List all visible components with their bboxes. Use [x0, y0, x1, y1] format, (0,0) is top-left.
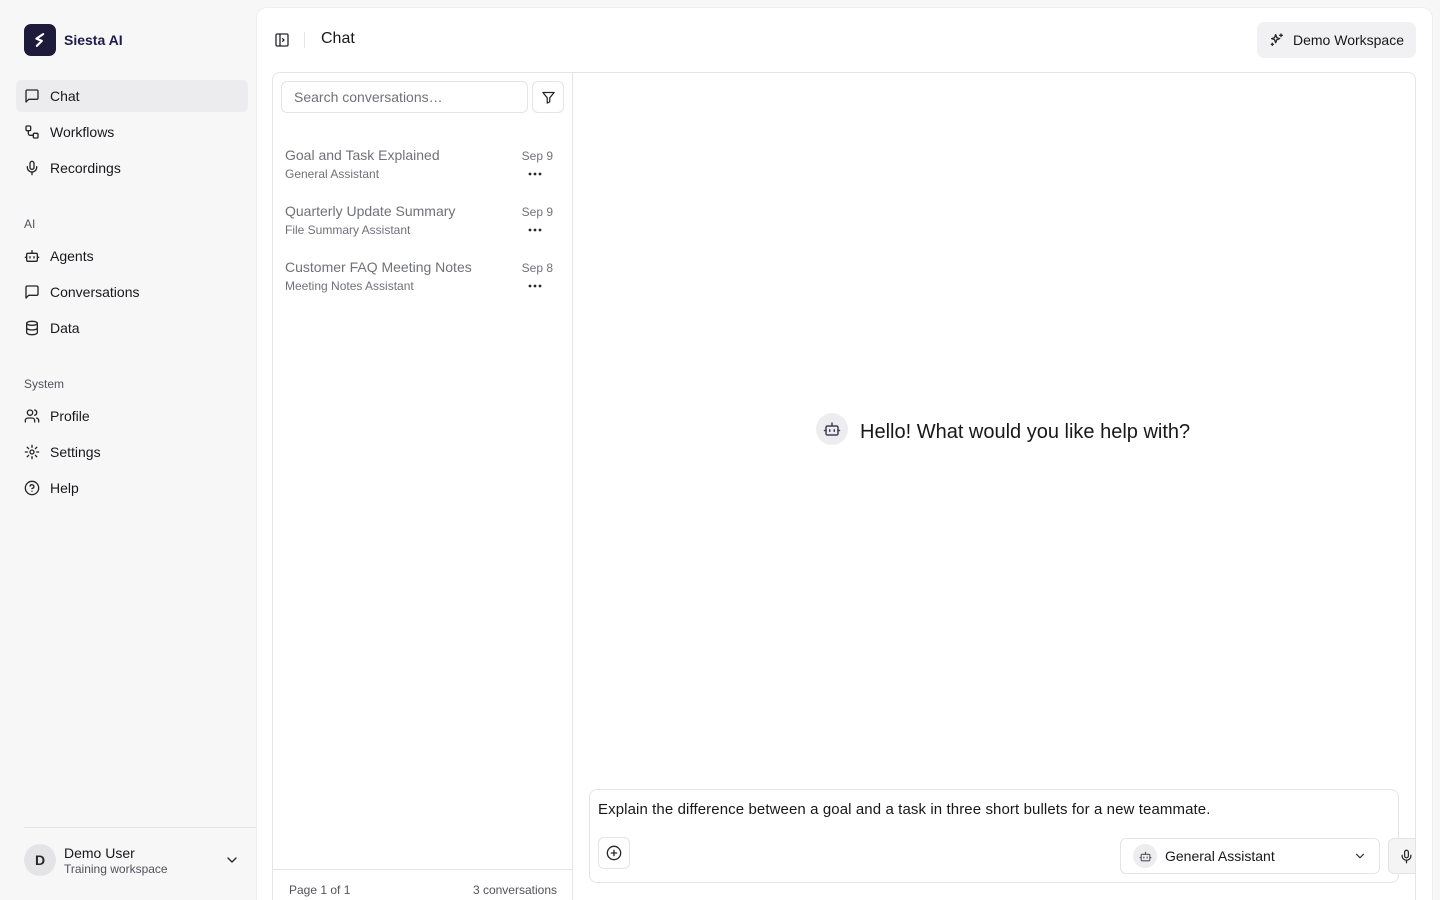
header-divider: [304, 32, 305, 48]
user-menu[interactable]: D Demo User Training workspace: [24, 842, 248, 878]
conversation-title: Customer FAQ Meeting Notes: [285, 259, 472, 275]
sidebar-item-label: Settings: [50, 444, 101, 460]
mic-icon: [1401, 849, 1412, 863]
plus-circle-icon: [606, 845, 622, 861]
conversation-date: Sep 9: [521, 149, 553, 163]
page-info: Page 1 of 1: [289, 883, 351, 897]
conversation-date: Sep 9: [521, 205, 553, 219]
main-panel: Chat Demo Workspace Goal and Task Explai…: [257, 8, 1432, 900]
user-divider: [24, 827, 256, 828]
section-label-system: System: [24, 377, 65, 391]
mic-icon: [26, 160, 38, 176]
message-square-icon: [25, 285, 39, 299]
sidebar-item-agents[interactable]: Agents: [16, 240, 248, 272]
gear-icon: [24, 444, 40, 460]
more-horizontal-icon[interactable]: [527, 225, 543, 235]
workflow-icon: [25, 125, 39, 139]
sidebar-item-label: Conversations: [50, 284, 140, 300]
greeting: Hello! What would you like help with?: [816, 413, 1190, 445]
sidebar-item-label: Recordings: [50, 160, 121, 176]
page-title: Chat: [321, 30, 355, 47]
conversation-title: Quarterly Update Summary: [285, 203, 456, 219]
sidebar-item-recordings[interactable]: Recordings: [16, 152, 248, 184]
sidebar-item-profile[interactable]: Profile: [16, 400, 248, 432]
chevron-down-icon: [227, 857, 237, 863]
agent-select-value: General Assistant: [1165, 848, 1275, 864]
brand-logo: [24, 24, 56, 56]
sidebar-item-label: Chat: [50, 88, 80, 104]
user-workspace: Training workspace: [64, 861, 168, 876]
message-input[interactable]: Explain the difference between a goal an…: [598, 801, 1211, 818]
brand[interactable]: Siesta AI: [24, 24, 123, 56]
sidebar-item-label: Help: [50, 480, 79, 496]
sidebar: Siesta AI Chat Workflows Recordings AI A…: [0, 0, 256, 900]
sparkles-icon: [1270, 33, 1283, 46]
chevron-down-icon: [1355, 853, 1365, 859]
bot-icon: [823, 422, 841, 436]
sidebar-item-label: Agents: [50, 248, 94, 264]
conversation-date: Sep 8: [521, 261, 553, 275]
greeting-text: Hello! What would you like help with?: [860, 420, 1191, 443]
user-name: Demo User: [64, 844, 135, 861]
assistant-avatar: [816, 413, 848, 445]
search-input[interactable]: [281, 81, 528, 113]
conversation-count: 3 conversations: [472, 883, 557, 897]
workspace-button[interactable]: Demo Workspace: [1257, 22, 1416, 58]
more-horizontal-icon[interactable]: [527, 281, 543, 291]
message-square-icon: [25, 89, 39, 103]
conversation-title: Goal and Task Explained: [285, 147, 440, 163]
conversation-list-pane: Goal and Task Explained General Assistan…: [273, 73, 573, 900]
filter-icon: [541, 91, 555, 104]
sidebar-item-workflows[interactable]: Workflows: [16, 116, 248, 148]
sidebar-item-label: Profile: [50, 408, 90, 424]
conversation-item[interactable]: Customer FAQ Meeting Notes Meeting Notes…: [285, 259, 565, 303]
agent-select[interactable]: General Assistant: [1120, 838, 1380, 874]
sidebar-item-label: Workflows: [50, 124, 115, 140]
message-composer[interactable]: Explain the difference between a goal an…: [589, 789, 1415, 883]
database-icon: [26, 320, 38, 336]
conversation-item[interactable]: Goal and Task Explained General Assistan…: [285, 147, 565, 191]
conversation-agent: Meeting Notes Assistant: [285, 279, 414, 293]
conversation-agent: File Summary Assistant: [285, 223, 411, 237]
conversation-agent: General Assistant: [285, 167, 380, 181]
sidebar-toggle-icon[interactable]: [274, 32, 290, 48]
header: Chat Demo Workspace: [257, 8, 1432, 72]
section-label-ai: AI: [24, 217, 36, 231]
list-footer: Page 1 of 1 3 conversations: [273, 869, 572, 900]
chat-pane: Hello! What would you like help with? Ex…: [573, 73, 1415, 900]
attach-button[interactable]: [598, 837, 630, 869]
sidebar-item-conversations[interactable]: Conversations: [16, 276, 248, 308]
conversation-item[interactable]: Quarterly Update Summary File Summary As…: [285, 203, 565, 247]
agent-avatar: [1133, 844, 1157, 868]
users-icon: [24, 409, 40, 423]
filter-button[interactable]: [532, 81, 564, 113]
sidebar-item-settings[interactable]: Settings: [16, 436, 248, 468]
content-area: Goal and Task Explained General Assistan…: [272, 72, 1416, 900]
sidebar-item-data[interactable]: Data: [16, 312, 248, 344]
sidebar-item-chat[interactable]: Chat: [16, 80, 248, 112]
more-horizontal-icon[interactable]: [527, 169, 543, 179]
help-circle-icon: [24, 480, 40, 496]
workspace-button-label: Demo Workspace: [1293, 32, 1405, 48]
voice-input-button[interactable]: [1388, 838, 1415, 874]
avatar: D: [24, 844, 56, 876]
sidebar-item-label: Data: [50, 320, 80, 336]
bot-icon: [1139, 851, 1151, 861]
bot-icon: [24, 250, 40, 262]
brand-name: Siesta AI: [64, 32, 123, 48]
sidebar-item-help[interactable]: Help: [16, 472, 248, 504]
